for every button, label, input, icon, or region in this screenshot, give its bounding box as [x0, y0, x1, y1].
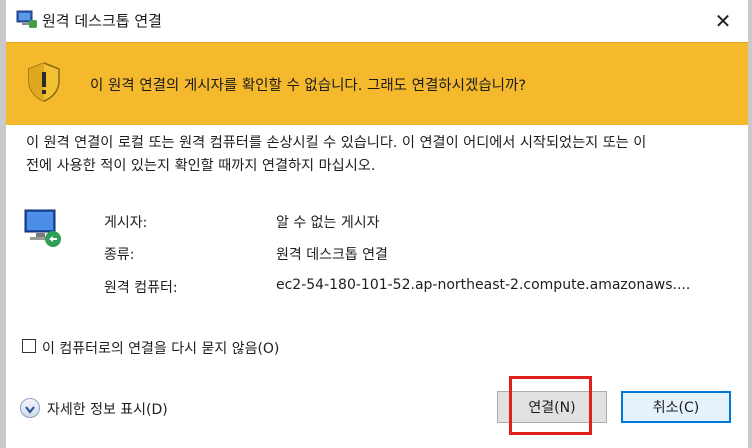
title-bar: 원격 데스크톱 연결 ✕	[6, 0, 748, 42]
highlight-annotation-box	[509, 376, 592, 435]
window-title: 원격 데스크톱 연결	[42, 12, 162, 30]
description-line: 전에 사용한 적이 있는지 확인할 때까지 연결하지 마십시오.	[26, 158, 376, 174]
type-label: 종류:	[104, 247, 135, 263]
cancel-button-label: 취소(C)	[652, 400, 700, 416]
type-value: 원격 데스크톱 연결	[276, 247, 388, 263]
background-strip-right	[748, 0, 752, 448]
publisher-label: 게시자:	[104, 215, 148, 231]
dont-ask-again-checkbox[interactable]	[22, 339, 36, 353]
remote-desktop-icon	[16, 10, 38, 30]
remote-computer-label: 원격 컴퓨터:	[104, 280, 178, 296]
close-icon: ✕	[714, 9, 732, 33]
dont-ask-again-label[interactable]: 이 컴퓨터로의 연결을 다시 묻지 않음(O)	[42, 338, 279, 358]
cancel-button[interactable]: 취소(C)	[621, 391, 731, 423]
show-details-label[interactable]: 자세한 정보 표시(D)	[47, 399, 168, 419]
publisher-value: 알 수 없는 게시자	[276, 215, 380, 231]
remote-computer-value: ec2-54-180-101-52.ap-northeast-2.compute…	[276, 277, 691, 293]
banner-message: 이 원격 연결의 게시자를 확인할 수 없습니다. 그래도 연결하시겠습니까?	[90, 78, 527, 94]
description-line: 이 원격 연결이 로컬 또는 원격 컴퓨터를 손상시킬 수 있습니다. 이 연결…	[26, 135, 647, 151]
warning-banner: 이 원격 연결의 게시자를 확인할 수 없습니다. 그래도 연결하시겠습니까?	[6, 42, 748, 125]
computer-icon	[22, 206, 64, 250]
close-button[interactable]: ✕	[708, 6, 738, 36]
show-details-button[interactable]	[20, 398, 40, 418]
chevron-down-icon	[25, 399, 35, 418]
warning-shield-icon	[26, 61, 62, 103]
warning-description: 이 원격 연결이 로컬 또는 원격 컴퓨터를 손상시킬 수 있습니다. 이 연결…	[26, 132, 726, 178]
